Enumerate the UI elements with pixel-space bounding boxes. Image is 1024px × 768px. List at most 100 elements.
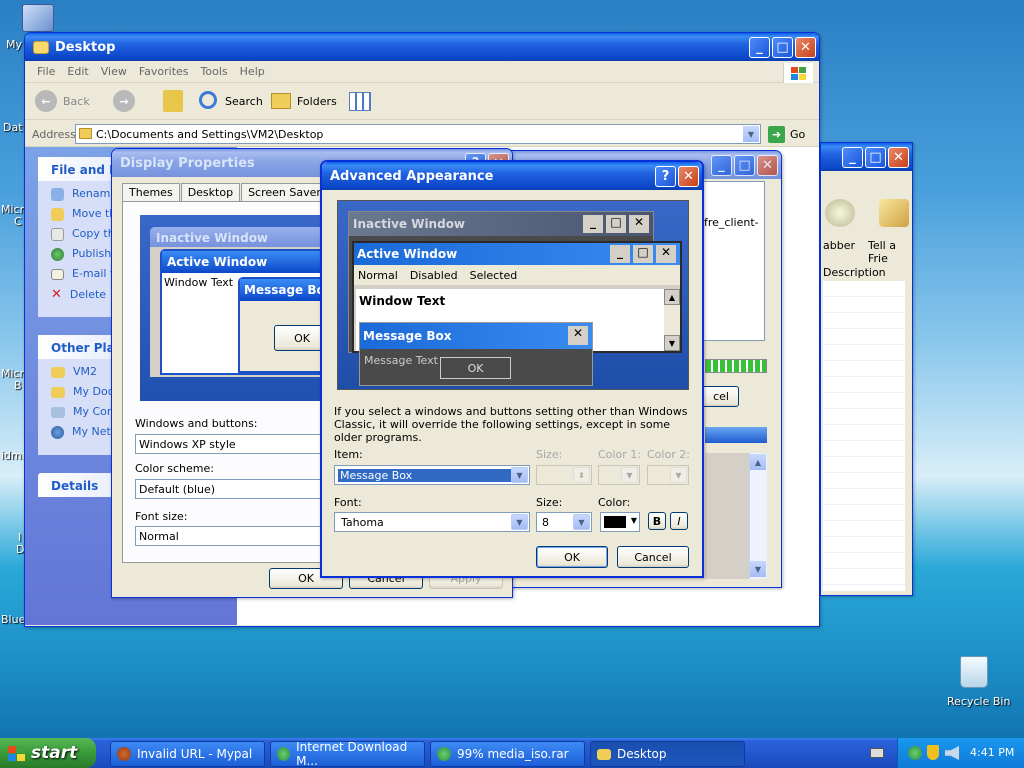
adv-message-title: Message Box xyxy=(363,329,452,343)
color-swatch xyxy=(604,516,626,528)
menu-favorites[interactable]: Favorites xyxy=(133,65,195,78)
taskbar-item-idm[interactable]: Internet Download M... xyxy=(270,740,425,768)
item-select[interactable]: Message Box ▼ xyxy=(334,465,530,485)
chevron-down-icon: ▼ xyxy=(630,516,637,525)
shield-icon[interactable] xyxy=(927,745,939,760)
go-icon[interactable]: ➜ xyxy=(768,126,785,143)
cancel-button[interactable]: Cancel xyxy=(617,546,689,568)
adv-menu-disabled: Disabled xyxy=(409,268,458,282)
globe-icon xyxy=(51,247,64,261)
italic-button[interactable]: I xyxy=(670,512,688,530)
go-label[interactable]: Go xyxy=(790,128,805,141)
close-icon[interactable]: ✕ xyxy=(757,155,778,176)
tab-screen-saver[interactable]: Screen Saver xyxy=(241,183,328,202)
explorer-title: Desktop xyxy=(55,39,116,55)
menu-edit[interactable]: Edit xyxy=(61,65,94,78)
up-folder-icon[interactable] xyxy=(163,90,183,112)
move-icon xyxy=(51,207,64,221)
font-size-select[interactable]: Normal xyxy=(135,526,321,546)
menu-help[interactable]: Help xyxy=(234,65,271,78)
font-size-label: Font size: xyxy=(135,510,188,523)
my-computer-icon[interactable] xyxy=(22,4,54,32)
start-label: start xyxy=(31,743,78,763)
recycle-bin-icon[interactable] xyxy=(960,656,988,688)
spinner-icon: ⬍ xyxy=(573,467,590,483)
menu-file[interactable]: File xyxy=(31,65,61,78)
color-scheme-select[interactable]: Default (blue) xyxy=(135,479,321,499)
help-icon[interactable]: ? xyxy=(655,166,676,187)
advanced-preview: Inactive Window _ □ ✕ Active Window _ □ … xyxy=(337,200,689,390)
address-label: Address xyxy=(32,128,76,141)
maximize-icon: □ xyxy=(633,245,653,263)
menu-tools[interactable]: Tools xyxy=(195,65,234,78)
maximize-icon[interactable]: □ xyxy=(865,147,886,168)
views-icon[interactable] xyxy=(349,92,371,111)
download-icon xyxy=(277,747,291,761)
minimize-icon[interactable]: _ xyxy=(749,37,770,58)
item-label: Item: xyxy=(334,448,363,461)
preview-active-title: Active Window xyxy=(162,251,328,273)
minimize-icon[interactable]: _ xyxy=(842,147,863,168)
ok-button[interactable]: OK xyxy=(536,546,608,568)
size-spinner[interactable]: ⬍ xyxy=(536,465,592,485)
font-size-select[interactable]: 8 ▼ xyxy=(536,512,592,532)
tab-themes[interactable]: Themes xyxy=(122,183,180,202)
windows-buttons-select[interactable]: Windows XP style xyxy=(135,434,321,454)
close-icon: ✕ xyxy=(656,245,676,263)
forward-icon[interactable]: → xyxy=(113,90,135,112)
maximize-icon[interactable]: □ xyxy=(734,155,755,176)
tell-friend-icon[interactable] xyxy=(879,199,909,227)
toolbar: ← Back → Search Folders xyxy=(25,84,819,120)
right-window-titlebar[interactable]: _ □ ✕ xyxy=(821,143,912,171)
back-icon[interactable]: ← xyxy=(35,90,57,112)
explorer-titlebar[interactable]: Desktop _ □ ✕ xyxy=(25,33,819,61)
recycle-bin-label: Recycle Bin xyxy=(947,695,1011,708)
address-bar: Address C:\Documents and Settings\VM2\De… xyxy=(25,121,819,147)
close-icon[interactable]: ✕ xyxy=(678,166,699,187)
minimize-icon: _ xyxy=(610,245,630,263)
minimize-icon: _ xyxy=(583,215,603,233)
keyboard-icon[interactable] xyxy=(870,748,884,758)
cancel-button[interactable]: cel xyxy=(703,386,739,407)
search-label[interactable]: Search xyxy=(225,95,263,108)
background-window-textbox: fre_client- xyxy=(701,181,765,341)
scroll-down-icon[interactable]: ▼ xyxy=(750,561,766,577)
taskbar-item-desktop[interactable]: Desktop xyxy=(590,741,745,767)
start-button[interactable]: start xyxy=(0,738,96,768)
right-item-grabber[interactable]: abber xyxy=(823,239,855,252)
bold-button[interactable]: B xyxy=(648,512,666,530)
color1-select[interactable]: ▼ xyxy=(598,465,640,485)
search-icon[interactable] xyxy=(199,91,217,109)
right-window: _ □ ✕ abber Tell a Frie Description xyxy=(820,142,913,596)
network-icon[interactable] xyxy=(908,746,922,760)
address-input[interactable]: C:\Documents and Settings\VM2\Desktop ▼ xyxy=(75,124,761,144)
grabber-icon[interactable] xyxy=(825,199,855,227)
scroll-up-icon[interactable]: ▲ xyxy=(750,454,766,470)
color-scheme-label: Color scheme: xyxy=(135,462,214,475)
maximize-icon[interactable]: □ xyxy=(772,37,793,58)
browser-icon xyxy=(117,747,131,761)
font-color-picker[interactable]: ▼ xyxy=(600,512,640,532)
close-icon[interactable]: ✕ xyxy=(888,147,909,168)
desktop-icon-label: B xyxy=(14,379,22,392)
color2-select[interactable]: ▼ xyxy=(647,465,689,485)
folders-label[interactable]: Folders xyxy=(297,95,337,108)
folders-icon[interactable] xyxy=(271,93,291,109)
back-label: Back xyxy=(63,95,90,108)
tab-desktop[interactable]: Desktop xyxy=(180,183,241,202)
right-item-tell-friend[interactable]: Tell a Frie xyxy=(868,239,912,265)
folder-icon xyxy=(33,40,49,54)
close-icon[interactable]: ✕ xyxy=(795,37,816,58)
menu-view[interactable]: View xyxy=(95,65,133,78)
speaker-icon[interactable] xyxy=(945,746,959,760)
taskbar-item-rar[interactable]: 99% media_iso.rar xyxy=(430,741,585,767)
adv-menu-bar: Normal Disabled Selected xyxy=(354,265,680,285)
minimize-icon[interactable]: _ xyxy=(711,155,732,176)
description-column-header[interactable]: Description xyxy=(823,266,886,279)
desktop-icon-label: My xyxy=(6,38,23,51)
advanced-titlebar[interactable]: Advanced Appearance ? ✕ xyxy=(322,162,702,190)
taskbar-item-mypal[interactable]: Invalid URL - Mypal xyxy=(110,741,265,767)
font-select[interactable]: Tahoma ▼ xyxy=(334,512,530,532)
chevron-down-icon[interactable]: ▼ xyxy=(743,126,759,142)
clock[interactable]: 4:41 PM xyxy=(970,746,1014,759)
